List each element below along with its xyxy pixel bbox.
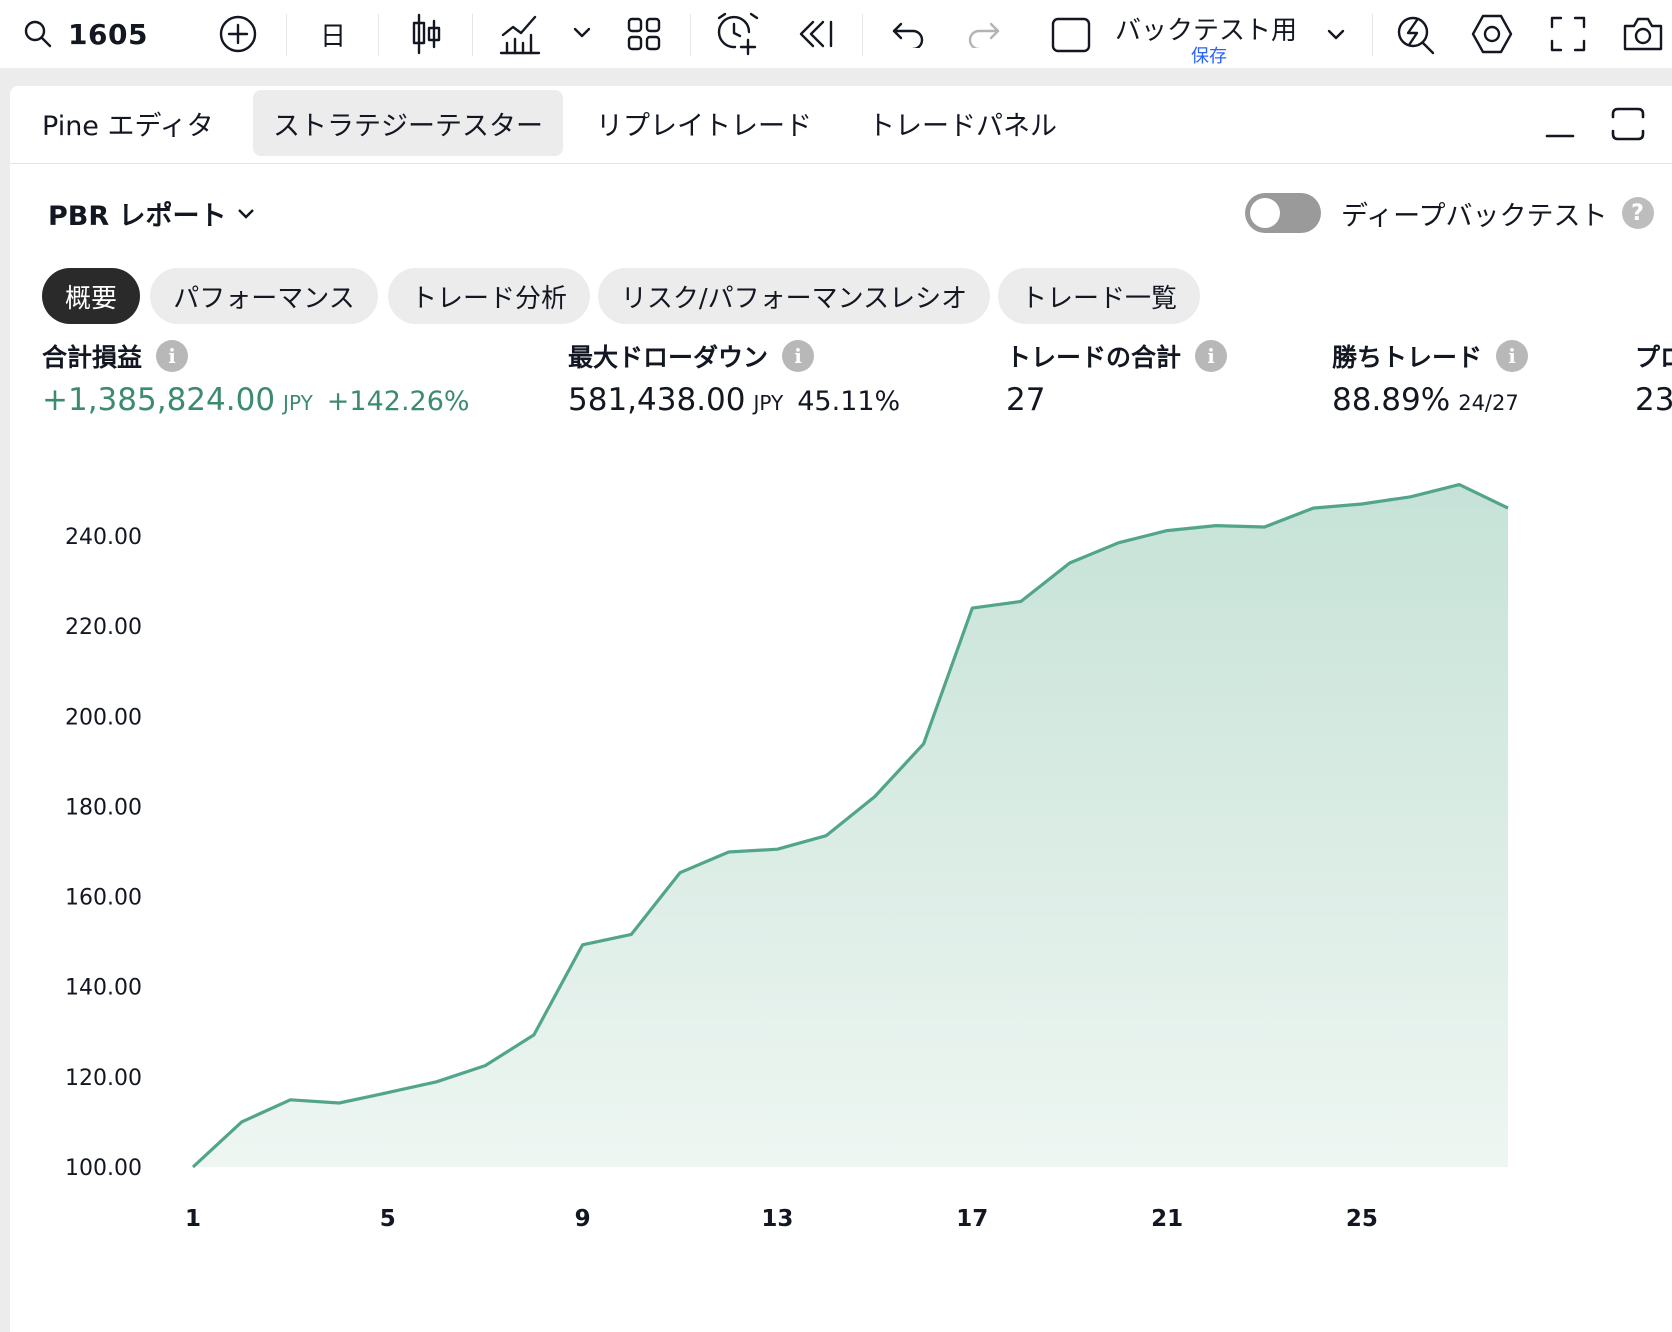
symbol-name: 1605 <box>68 17 148 51</box>
strategy-tester-panel: Pine エディタ ストラテジーテスター リプレイトレード トレードパネル PB… <box>10 86 1672 1332</box>
settings-icon <box>1471 14 1513 54</box>
add-symbol-icon <box>219 15 257 53</box>
undo-icon <box>892 22 924 48</box>
y-axis: 100.00 120.00 140.00 160.00 180.00 200.00 220.… <box>65 525 142 1181</box>
x-tick-label: 21 <box>1151 1206 1183 1232</box>
indicators-button[interactable] <box>498 10 542 58</box>
layout-menu-button[interactable] <box>1322 20 1350 50</box>
x-tick-label: 25 <box>1346 1206 1378 1232</box>
equity-chart: 100.00 120.00 140.00 160.00 180.00 200.00 220.… <box>65 483 1509 1232</box>
camera-icon <box>1623 17 1663 51</box>
fullscreen-button[interactable] <box>1544 10 1592 58</box>
x-tick-label: 13 <box>761 1206 793 1232</box>
toolbar-divider <box>1372 14 1373 56</box>
candles-icon <box>412 13 441 55</box>
y-tick-label: 200.00 <box>65 705 142 730</box>
y-tick-label: 120.00 <box>65 1066 142 1091</box>
top-toolbar: 1605 日 バックテスト用 保存 <box>0 0 1672 68</box>
chart-type-button[interactable] <box>404 10 448 58</box>
layouts-icon <box>627 17 661 51</box>
add-symbol-button[interactable] <box>216 12 260 56</box>
x-tick-label: 9 <box>575 1206 591 1232</box>
indicators-menu-button[interactable] <box>568 18 596 48</box>
quick-search-button[interactable] <box>1392 10 1440 58</box>
y-tick-label: 240.00 <box>65 525 142 550</box>
quick-search-icon <box>1397 16 1435 55</box>
symbol-search[interactable]: 1605 <box>22 12 148 56</box>
y-tick-label: 220.00 <box>65 615 142 640</box>
fullscreen-icon <box>1550 16 1586 52</box>
y-tick-label: 100.00 <box>65 1156 142 1181</box>
replay-icon <box>799 20 833 48</box>
chevron-down-icon <box>1327 29 1345 40</box>
x-axis: 1 5 9 13 17 21 25 <box>185 1206 1378 1232</box>
settings-button[interactable] <box>1468 10 1516 58</box>
y-tick-label: 140.00 <box>65 976 142 1001</box>
indicators-icon <box>499 15 541 55</box>
chevron-down-icon <box>573 27 591 38</box>
interval-button[interactable]: 日 <box>310 12 356 56</box>
y-tick-label: 180.00 <box>65 795 142 820</box>
layout-status: 保存 <box>1191 46 1227 67</box>
alert-button[interactable] <box>714 10 760 58</box>
layouts-button[interactable] <box>622 12 666 56</box>
toolbar-divider <box>286 14 287 56</box>
toolbar-divider <box>862 14 863 56</box>
replay-button[interactable] <box>792 12 838 56</box>
toolbar-divider <box>378 14 379 56</box>
undo-button[interactable] <box>886 12 930 56</box>
search-icon <box>24 20 52 48</box>
equity-area <box>193 484 1508 1168</box>
redo-button[interactable] <box>962 12 1006 56</box>
layout-selector[interactable]: バックテスト用 保存 <box>1115 6 1345 67</box>
layout-box-icon <box>1051 17 1091 53</box>
x-tick-label: 17 <box>956 1206 988 1232</box>
y-tick-label: 160.00 <box>65 886 142 911</box>
screenshot-button[interactable] <box>1618 10 1668 58</box>
interval-label: 日 <box>319 21 346 52</box>
toolbar-divider <box>690 14 691 56</box>
x-tick-label: 1 <box>185 1206 201 1232</box>
toolbar-divider <box>472 14 473 56</box>
layout-box-button[interactable] <box>1048 12 1094 58</box>
x-tick-label: 5 <box>380 1206 396 1232</box>
alert-icon <box>717 12 759 56</box>
redo-icon <box>968 22 1000 48</box>
